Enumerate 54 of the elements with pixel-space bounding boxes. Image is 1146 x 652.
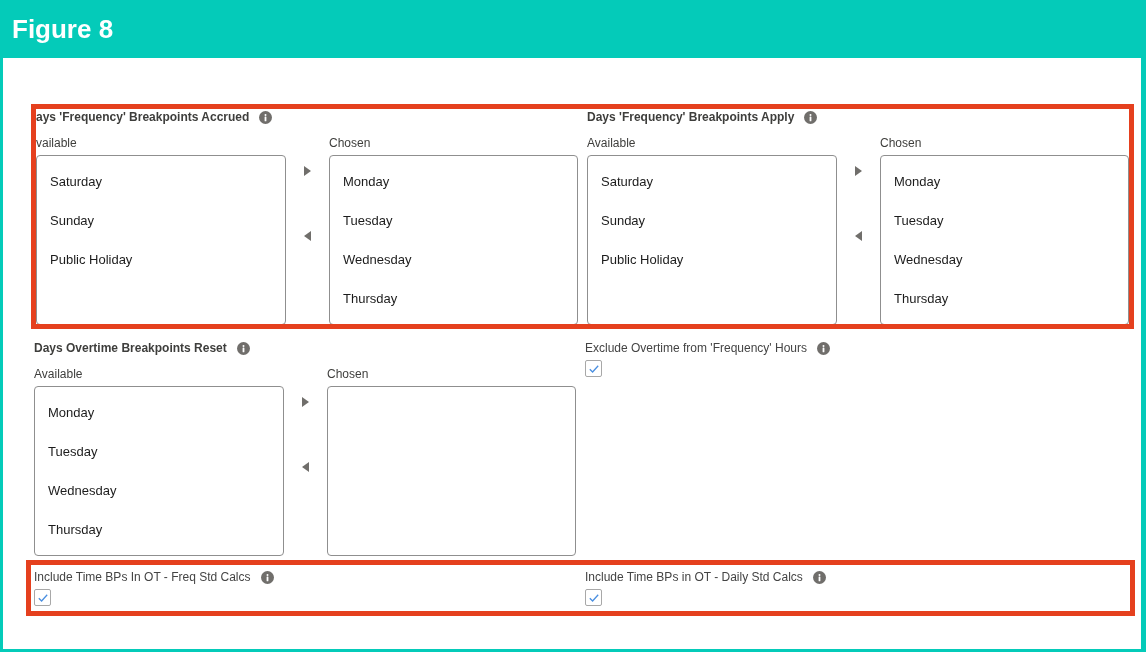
list-option[interactable]: Thursday: [343, 289, 398, 309]
listbox[interactable]: Saturday Sunday Public Holiday: [36, 155, 286, 324]
caret-right-icon: [302, 397, 309, 407]
caret-right-icon: [304, 166, 311, 176]
list-option[interactable]: Saturday: [50, 172, 103, 192]
list-option[interactable]: Public Holiday: [601, 250, 684, 270]
info-icon: [259, 110, 273, 124]
caret-left-icon: [304, 231, 311, 241]
info-icon: [812, 570, 826, 584]
list-option[interactable]: Public Holiday: [50, 250, 133, 270]
info-icon: [260, 570, 274, 584]
field-label: Days Overtime Breakpoints Reset: [34, 341, 227, 355]
list-label: Available: [34, 367, 83, 381]
list-option[interactable]: Wednesday: [343, 250, 412, 270]
checkmark-icon: [588, 364, 599, 373]
list-option[interactable]: Monday: [48, 403, 95, 423]
list-option[interactable]: Saturday: [601, 172, 654, 192]
listbox[interactable]: Monday Tuesday Wednesday Thursday: [329, 155, 578, 324]
listbox[interactable]: Monday Tuesday Wednesday Thursday: [34, 386, 284, 556]
caret-left-icon: [302, 462, 309, 472]
field-label: Exclude Overtime from 'Frequency' Hours: [585, 341, 807, 355]
list-label: Available: [587, 136, 636, 150]
field-label: ays 'Frequency' Breakpoints Accrued: [36, 110, 250, 124]
list-option[interactable]: Wednesday: [894, 250, 963, 270]
info-icon: [236, 341, 250, 355]
list-option[interactable]: Tuesday: [894, 211, 944, 231]
field-label: Include Time BPs in OT - Daily Std Calcs: [585, 570, 803, 584]
caret-left-icon: [855, 231, 862, 241]
info-icon: [804, 110, 818, 124]
info-icon: [817, 341, 830, 355]
list-option[interactable]: Tuesday: [48, 442, 98, 462]
list-option[interactable]: Thursday: [894, 289, 949, 309]
list-label: Chosen: [880, 136, 922, 150]
list-label: Chosen: [327, 367, 369, 381]
list-label: Chosen: [329, 136, 371, 150]
field-label: Include Time BPs In OT - Freq Std Calcs: [34, 570, 251, 584]
checkmark-icon: [37, 593, 48, 602]
checkbox[interactable]: [34, 589, 51, 606]
listbox[interactable]: Saturday Sunday Public Holiday: [587, 155, 837, 324]
field-label: Days 'Frequency' Breakpoints Apply: [587, 110, 795, 124]
checkbox[interactable]: [585, 589, 602, 606]
list-option[interactable]: Monday: [343, 172, 390, 192]
caret-right-icon: [855, 166, 862, 176]
checkbox[interactable]: [585, 360, 602, 377]
checkmark-icon: [588, 593, 599, 602]
list-option[interactable]: Sunday: [50, 211, 95, 231]
list-option[interactable]: Monday: [894, 172, 941, 192]
listbox[interactable]: Monday Tuesday Wednesday Thursday: [880, 155, 1129, 324]
list-option[interactable]: Tuesday: [343, 211, 393, 231]
list-label: vailable: [36, 136, 77, 150]
list-option[interactable]: Wednesday: [48, 481, 117, 501]
list-option[interactable]: Sunday: [601, 211, 646, 231]
list-option[interactable]: Thursday: [48, 520, 103, 540]
figure-title: Figure 8: [12, 14, 114, 44]
